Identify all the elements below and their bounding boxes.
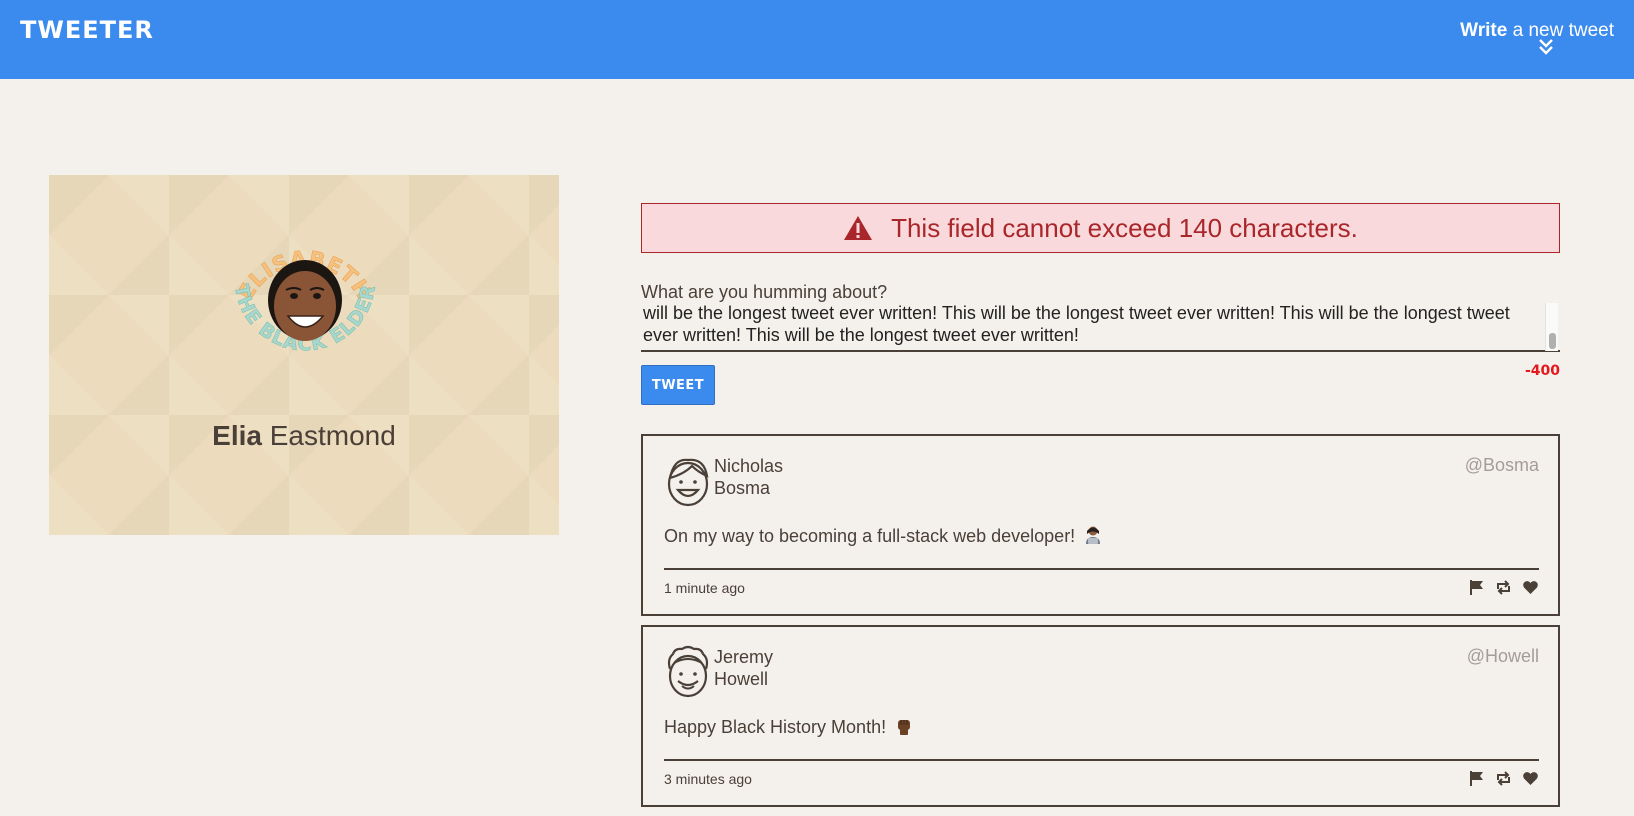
technologist-emoji-icon <box>1086 526 1101 544</box>
tweet-author-name: Nicholas Bosma <box>714 455 783 499</box>
char-counter: -400 <box>1524 363 1560 379</box>
error-message: This field cannot exceed 140 characters. <box>891 212 1358 243</box>
profile-first-name: Elia <box>212 420 262 451</box>
tweet-author-last: Bosma <box>714 478 771 498</box>
write-bold-label: Write <box>1460 20 1508 41</box>
tweet-actions <box>1468 770 1539 787</box>
tweet-author-name: Jeremy Howell <box>714 646 773 690</box>
tweet-textarea[interactable]: will be the longest tweet ever written! … <box>641 302 1560 352</box>
write-rest-label: a new tweet <box>1512 20 1614 41</box>
flag-icon[interactable] <box>1468 770 1485 787</box>
top-nav: TWEETER Write a new tweet <box>0 0 1634 79</box>
profile-last-name: Eastmond <box>269 420 396 451</box>
error-banner: This field cannot exceed 140 characters. <box>641 203 1560 253</box>
scrollbar-thumb[interactable] <box>1549 333 1556 349</box>
flag-icon[interactable] <box>1468 579 1485 596</box>
tweet-author-first: Jeremy <box>714 647 774 667</box>
user-avatar-icon <box>667 458 709 507</box>
profile-avatar-badge: ELISABETH THE BLACK ELDER <box>230 246 380 355</box>
heart-icon[interactable] <box>1522 579 1539 596</box>
retweet-icon[interactable] <box>1495 770 1512 787</box>
tweet-button[interactable]: TWEET <box>641 365 715 405</box>
double-chevron-down-icon[interactable] <box>1538 38 1554 56</box>
brand-logo[interactable]: TWEETER <box>20 16 154 44</box>
tweet-timestamp: 3 minutes ago <box>664 771 752 787</box>
profile-card: ELISABETH THE BLACK ELDER Elia Eastmond <box>49 175 559 535</box>
tweet-text: Happy Black History Month! <box>664 717 887 737</box>
tweet-divider <box>664 568 1539 570</box>
tweet-author-first: Nicholas <box>714 456 784 476</box>
tweet-handle[interactable]: @Howell <box>1467 646 1539 667</box>
tweet-divider <box>664 759 1539 761</box>
tweet-content: Happy Black History Month! <box>664 716 914 738</box>
tweet-text: On my way to becoming a full-stack web d… <box>664 526 1076 546</box>
warning-triangle-icon <box>844 216 873 240</box>
tweet-timestamp: 1 minute ago <box>664 580 745 596</box>
tweet-card: Jeremy Howell @Howell Happy Black Histor… <box>641 625 1560 807</box>
user-avatar-icon <box>667 645 709 698</box>
textarea-scrollbar[interactable] <box>1545 303 1558 351</box>
profile-name: Elia Eastmond <box>49 420 559 452</box>
compose-label: What are you humming about? <box>641 282 888 302</box>
heart-icon[interactable] <box>1522 770 1539 787</box>
tweet-card: Nicholas Bosma @Bosma On my way to becom… <box>641 434 1560 616</box>
tweet-author-last: Howell <box>714 669 769 689</box>
tweet-handle[interactable]: @Bosma <box>1465 455 1539 476</box>
tweet-content: On my way to becoming a full-stack web d… <box>664 525 1103 547</box>
raised-fist-emoji-icon <box>898 720 911 735</box>
retweet-icon[interactable] <box>1495 579 1512 596</box>
tweet-actions <box>1468 579 1539 596</box>
